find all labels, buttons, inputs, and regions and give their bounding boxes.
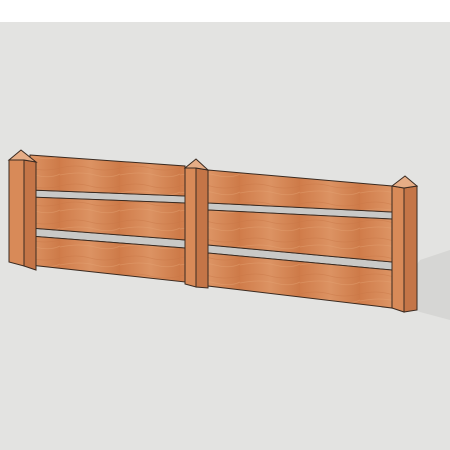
right-post[interactable]	[390, 175, 419, 313]
left-post-front[interactable]	[8, 159, 25, 267]
middle-post-cap[interactable]	[183, 158, 210, 171]
3d-viewport[interactable]	[0, 0, 450, 450]
right-post-front[interactable]	[391, 185, 405, 313]
right-post-side[interactable]	[403, 185, 418, 313]
left-post[interactable]	[7, 149, 38, 271]
left-panel-top-board[interactable]	[29, 154, 186, 197]
right-panel[interactable]	[207, 169, 393, 309]
left-post-side[interactable]	[23, 159, 37, 271]
middle-post-side[interactable]	[195, 167, 209, 289]
left-panel[interactable]	[29, 154, 186, 283]
right-post-cap[interactable]	[390, 175, 419, 189]
fence-model[interactable]	[0, 0, 450, 450]
middle-post-front[interactable]	[184, 167, 197, 288]
middle-post[interactable]	[183, 158, 210, 289]
